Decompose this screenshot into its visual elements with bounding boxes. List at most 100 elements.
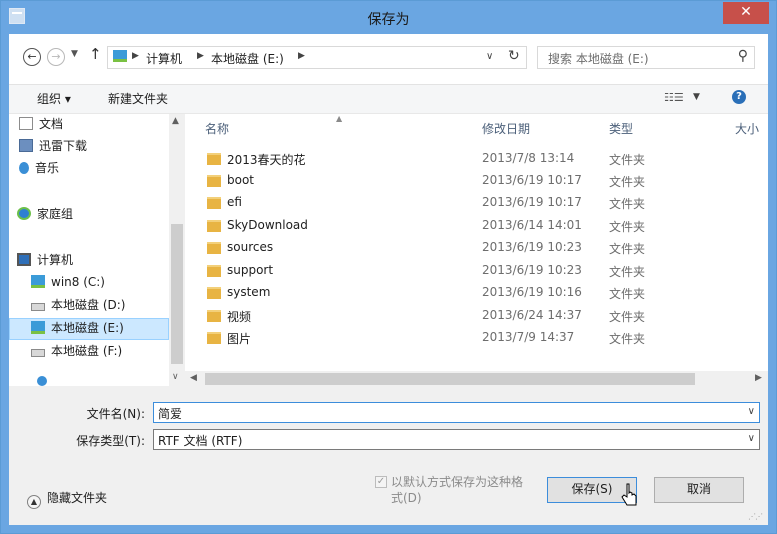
- new-folder-button[interactable]: 新建文件夹: [108, 90, 168, 107]
- file-date: 2013/6/19 10:23: [482, 240, 582, 254]
- folder-icon: [207, 175, 221, 187]
- file-row[interactable]: boot 2013/6/19 10:17 文件夹: [185, 170, 768, 192]
- column-header-type[interactable]: 类型: [609, 120, 633, 137]
- file-row[interactable]: sources 2013/6/19 10:23 文件夹: [185, 237, 768, 259]
- chevron-right-icon[interactable]: ▶: [132, 51, 139, 61]
- file-name: system: [227, 285, 271, 299]
- column-header-size[interactable]: 大小: [735, 120, 759, 137]
- file-list-horizontal-scrollbar[interactable]: ◀ ▶: [185, 371, 768, 387]
- checkbox-checked-icon[interactable]: ✓: [375, 476, 387, 488]
- folder-icon: [207, 287, 221, 299]
- default-format-label-line2: 式(D): [391, 491, 422, 505]
- file-type: 文件夹: [609, 332, 646, 346]
- drive-icon: [31, 349, 45, 357]
- scrollbar-thumb[interactable]: [171, 224, 183, 364]
- file-name: SkyDownload: [227, 218, 308, 232]
- file-row[interactable]: efi 2013/6/19 10:17 文件夹: [185, 192, 768, 214]
- scroll-down-arrow[interactable]: ∨: [172, 372, 179, 382]
- resize-grip-icon[interactable]: ⋰⋰: [748, 512, 763, 521]
- mouse-pointer-icon: [621, 483, 637, 506]
- chevron-down-icon[interactable]: ∨: [748, 406, 755, 417]
- back-button[interactable]: ←: [23, 48, 41, 66]
- file-name: support: [227, 263, 274, 277]
- file-list: ▲ 名称 修改日期 类型 大小 2013春天的花 2013/7/8 13:14 文件…: [185, 114, 768, 386]
- chevron-down-icon[interactable]: ∨: [748, 433, 755, 444]
- file-type: 文件夹: [609, 265, 646, 279]
- nav-item-drive-d[interactable]: 本地磁盘 (D:): [31, 295, 125, 315]
- forward-button[interactable]: →: [47, 48, 65, 66]
- folder-icon: [207, 332, 221, 344]
- search-box[interactable]: 搜索 本地磁盘 (E:) ⚲: [537, 46, 755, 69]
- nav-item-documents[interactable]: 文档: [19, 114, 63, 134]
- filename-value: 简爱: [158, 407, 183, 421]
- file-type: 文件夹: [609, 287, 646, 301]
- scroll-left-arrow[interactable]: ◀: [190, 373, 197, 383]
- file-name: sources: [227, 240, 274, 254]
- nav-item-computer[interactable]: 计算机: [17, 250, 73, 270]
- breadcrumb-drive-e[interactable]: 本地磁盘 (E:): [211, 50, 284, 67]
- nav-item-drive-f[interactable]: 本地磁盘 (F:): [31, 341, 122, 361]
- filename-label: 文件名(N):: [86, 407, 145, 421]
- column-header-name[interactable]: 名称: [205, 120, 229, 137]
- nav-item-homegroup[interactable]: 家庭组: [17, 204, 73, 224]
- scroll-right-arrow[interactable]: ▶: [755, 373, 762, 383]
- chevron-right-icon[interactable]: ▶: [298, 51, 305, 61]
- view-dropdown-icon[interactable]: ▼: [693, 92, 700, 102]
- file-row[interactable]: 图片 2013/7/9 14:37 文件夹: [185, 327, 768, 349]
- title-bar[interactable]: 保存为 ✕: [1, 1, 776, 34]
- search-icon[interactable]: ⚲: [738, 48, 748, 64]
- nav-item-drive-e[interactable]: 本地磁盘 (E:): [31, 318, 124, 338]
- up-button[interactable]: ↑: [89, 45, 102, 63]
- command-toolbar: 组织 ▾ 新建文件夹 ☷☰ ▼ ?: [9, 85, 768, 114]
- file-row[interactable]: system 2013/6/19 10:16 文件夹: [185, 282, 768, 304]
- network-icon[interactable]: [37, 376, 47, 386]
- nav-item-drive-c[interactable]: win8 (C:): [31, 272, 105, 292]
- file-row[interactable]: support 2013/6/19 10:23 文件夹: [185, 260, 768, 282]
- breadcrumb-computer[interactable]: 计算机: [146, 50, 182, 67]
- address-dropdown-icon[interactable]: ∨: [486, 51, 493, 62]
- chevron-right-icon[interactable]: ▶: [197, 51, 204, 61]
- address-bar[interactable]: ▶ 计算机 ▶ 本地磁盘 (E:) ▶ ∨ ↻: [107, 46, 527, 69]
- view-options-icon[interactable]: ☷☰: [664, 91, 684, 104]
- save-default-format-checkbox[interactable]: ✓ 以默认方式保存为这种格 式(D): [375, 474, 545, 506]
- cancel-button[interactable]: 取消: [654, 477, 744, 503]
- help-icon[interactable]: ?: [732, 90, 746, 104]
- file-type: 文件夹: [609, 310, 646, 324]
- drive-icon: [113, 50, 127, 62]
- file-date: 2013/6/19 10:17: [482, 173, 582, 187]
- drive-icon: [31, 321, 45, 334]
- file-name: 2013春天的花: [227, 153, 306, 167]
- nav-item-music[interactable]: 音乐: [19, 158, 59, 178]
- default-format-label-line1: 以默认方式保存为这种格: [391, 475, 524, 489]
- nav-item-thunder-downloads[interactable]: 迅雷下载: [19, 136, 87, 156]
- scrollbar-thumb[interactable]: [205, 373, 695, 385]
- scroll-up-arrow[interactable]: ▲: [172, 116, 179, 126]
- music-icon: [19, 162, 29, 174]
- filename-input[interactable]: 简爱 ∨: [153, 402, 760, 423]
- document-icon: [19, 117, 33, 130]
- hide-folders-label: 隐藏文件夹: [47, 491, 108, 505]
- hide-folders-toggle[interactable]: ▲ 隐藏文件夹: [27, 489, 107, 509]
- close-button[interactable]: ✕: [723, 2, 769, 24]
- recent-locations-dropdown[interactable]: ▼: [71, 49, 78, 59]
- organize-menu[interactable]: 组织 ▾: [37, 90, 71, 107]
- filetype-select[interactable]: RTF 文档 (RTF) ∨: [153, 429, 760, 450]
- file-date: 2013/6/19 10:17: [482, 195, 582, 209]
- file-row[interactable]: 视频 2013/6/24 14:37 文件夹: [185, 305, 768, 327]
- dialog-body: ← → ▼ ↑ ▶ 计算机 ▶ 本地磁盘 (E:) ▶ ∨ ↻ 搜索 本地磁盘 …: [9, 34, 768, 525]
- file-type: 文件夹: [609, 153, 646, 167]
- download-folder-icon: [19, 139, 33, 152]
- column-header-date[interactable]: 修改日期: [482, 120, 530, 137]
- file-name: 图片: [227, 332, 252, 346]
- file-name: 视频: [227, 310, 252, 324]
- file-type: 文件夹: [609, 242, 646, 256]
- file-date: 2013/6/19 10:16: [482, 285, 582, 299]
- file-row[interactable]: SkyDownload 2013/6/14 14:01 文件夹: [185, 215, 768, 237]
- refresh-icon[interactable]: ↻: [508, 48, 520, 64]
- file-date: 2013/6/24 14:37: [482, 308, 582, 322]
- file-name: boot: [227, 173, 255, 187]
- navigation-scrollbar[interactable]: ▲ ∨: [169, 114, 185, 386]
- system-drive-icon: [31, 275, 45, 288]
- file-name: efi: [227, 195, 242, 209]
- file-row[interactable]: 2013春天的花 2013/7/8 13:14 文件夹: [185, 148, 768, 170]
